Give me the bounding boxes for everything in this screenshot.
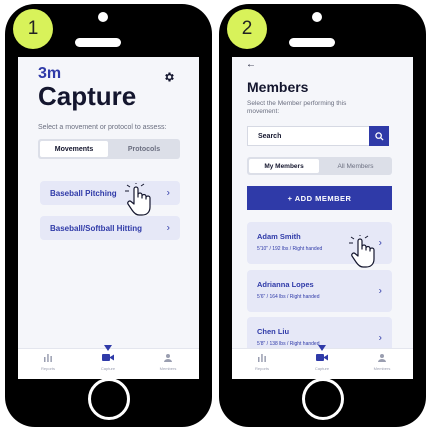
nav-members[interactable]: Members: [357, 353, 407, 371]
tab-all-members[interactable]: All Members: [321, 159, 390, 173]
member-meta: 5'8" / 138 lbs / Right handed: [257, 341, 320, 347]
gear-icon[interactable]: [163, 71, 175, 83]
member-name: Chen Liu: [257, 327, 290, 336]
search-button[interactable]: [369, 126, 389, 146]
tab-protocols[interactable]: Protocols: [110, 141, 178, 157]
chevron-right-icon: ›: [166, 187, 170, 199]
home-button[interactable]: [88, 378, 130, 420]
page-subtitle: Select a movement or protocol to assess:: [38, 124, 167, 131]
members-toggle: My Members All Members: [247, 157, 392, 175]
add-member-button[interactable]: + ADD MEMBER: [247, 186, 392, 210]
page-title: Capture: [38, 81, 137, 111]
bar-chart-icon: [44, 354, 52, 362]
video-camera-icon: [102, 354, 114, 361]
card-baseball-pitching[interactable]: Baseball Pitching ›: [40, 181, 180, 205]
card-baseball-softball-hitting[interactable]: Baseball/Softball Hitting ›: [40, 216, 180, 240]
front-camera: [312, 12, 322, 22]
chevron-right-icon: ›: [378, 285, 382, 297]
search-placeholder: Search: [258, 132, 282, 140]
chevron-right-icon: ›: [378, 332, 382, 344]
movement-protocol-toggle: Movements Protocols: [38, 139, 180, 159]
member-name: Adrianna Lopes: [257, 280, 314, 289]
speaker-grille: [289, 38, 335, 47]
tap-hand-icon: [349, 235, 375, 268]
nav-label: Members: [159, 366, 177, 371]
chevron-right-icon: ›: [378, 237, 382, 249]
phone-frame-1: 1 3m Capture Select a movement or protoc…: [5, 4, 212, 427]
active-indicator: [104, 345, 112, 351]
step-badge: 1: [13, 9, 53, 49]
nav-members[interactable]: Members: [143, 353, 193, 371]
search-icon: [374, 131, 384, 141]
nav-label: Capture: [314, 366, 330, 371]
nav-label: Capture: [100, 366, 116, 371]
nav-capture[interactable]: Capture: [83, 345, 133, 371]
capture-screen: 3m Capture Select a movement or protocol…: [18, 57, 199, 379]
page-subtitle: Select the Member performing this moveme…: [247, 100, 347, 115]
bar-chart-icon: [258, 354, 266, 362]
phone-frame-2: 2 ← Members Select the Member performing…: [219, 4, 426, 427]
member-meta: 5'10" / 192 lbs / Right handed: [257, 246, 323, 252]
nav-reports[interactable]: Reports: [237, 353, 287, 371]
member-card-adrianna-lopes[interactable]: Adrianna Lopes 5'6" / 164 lbs / Right ha…: [247, 270, 392, 312]
bottom-nav: Reports Capture Members: [232, 345, 413, 379]
nav-label: Members: [373, 366, 391, 371]
members-icon: [378, 354, 386, 362]
speaker-grille: [75, 38, 121, 47]
card-label: Baseball Pitching: [50, 188, 117, 198]
home-button[interactable]: [302, 378, 344, 420]
nav-label: Reports: [254, 366, 269, 371]
members-icon: [164, 354, 172, 362]
member-meta: 5'6" / 164 lbs / Right handed: [257, 294, 320, 300]
card-label: Baseball/Softball Hitting: [50, 223, 143, 233]
video-camera-icon: [316, 354, 328, 361]
nav-capture[interactable]: Capture: [297, 345, 347, 371]
active-indicator: [318, 345, 326, 351]
nav-reports[interactable]: Reports: [23, 353, 73, 371]
bottom-nav: Reports Capture Members: [18, 345, 199, 379]
chevron-right-icon: ›: [166, 222, 170, 234]
search-input[interactable]: Search: [247, 126, 387, 146]
tap-hand-icon: [125, 183, 151, 216]
member-name: Adam Smith: [257, 232, 301, 241]
nav-label: Reports: [40, 366, 55, 371]
back-arrow-icon[interactable]: ←: [246, 59, 256, 70]
step-badge: 2: [227, 9, 267, 49]
page-title: Members: [247, 79, 309, 95]
members-screen: ← Members Select the Member performing t…: [232, 57, 413, 379]
tab-movements[interactable]: Movements: [40, 141, 108, 157]
front-camera: [98, 12, 108, 22]
tab-my-members[interactable]: My Members: [249, 159, 319, 173]
